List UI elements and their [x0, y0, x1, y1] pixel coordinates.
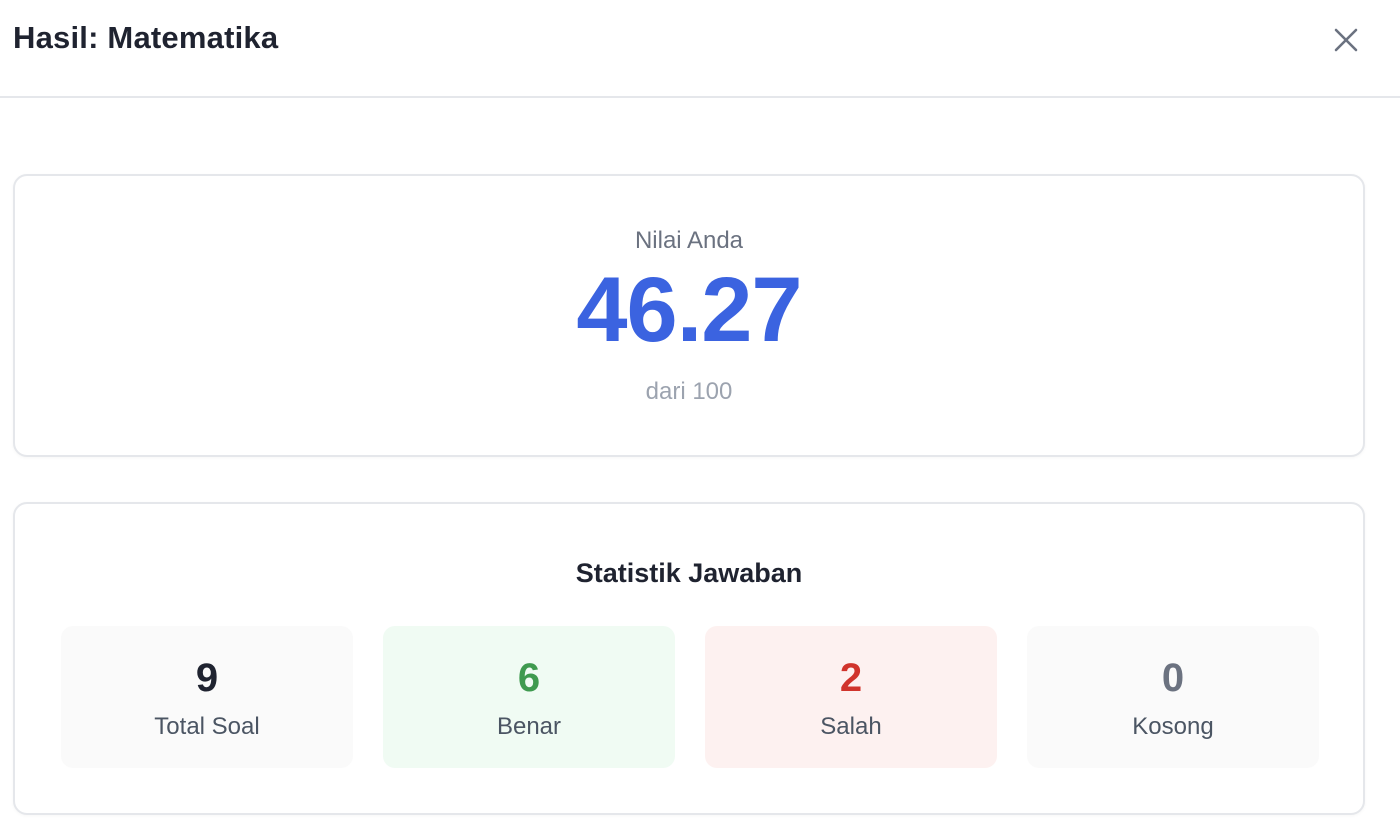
modal-header: Hasil: Matematika	[0, 0, 1400, 98]
modal-title: Hasil: Matematika	[13, 20, 279, 55]
stat-total-label: Total Soal	[154, 713, 260, 740]
close-button[interactable]	[1324, 18, 1368, 62]
stat-wrong-value: 2	[839, 656, 863, 700]
stat-correct: 6 Benar	[383, 626, 675, 768]
stats-title: Statistik Jawaban	[575, 558, 803, 588]
stat-total-value: 9	[195, 656, 219, 700]
stat-correct-value: 6	[517, 656, 541, 700]
stat-empty: 0 Kosong	[1027, 626, 1319, 768]
stat-wrong: 2 Salah	[705, 626, 997, 768]
score-max: dari 100	[645, 378, 733, 405]
stat-correct-label: Benar	[496, 713, 562, 740]
stats-card: Statistik Jawaban 9 Total Soal 6 Benar 2…	[13, 502, 1365, 815]
score-card: Nilai Anda 46.27 dari 100	[13, 174, 1365, 457]
score-label: Nilai Anda	[634, 227, 744, 254]
stat-total: 9 Total Soal	[61, 626, 353, 768]
result-modal: Hasil: Matematika Nilai Anda 46.27 dari …	[0, 0, 1400, 836]
stat-wrong-label: Salah	[820, 713, 882, 740]
score-value: 46.27	[576, 259, 802, 361]
stat-empty-value: 0	[1161, 656, 1185, 700]
close-icon	[1334, 28, 1358, 52]
stat-empty-label: Kosong	[1132, 713, 1214, 740]
